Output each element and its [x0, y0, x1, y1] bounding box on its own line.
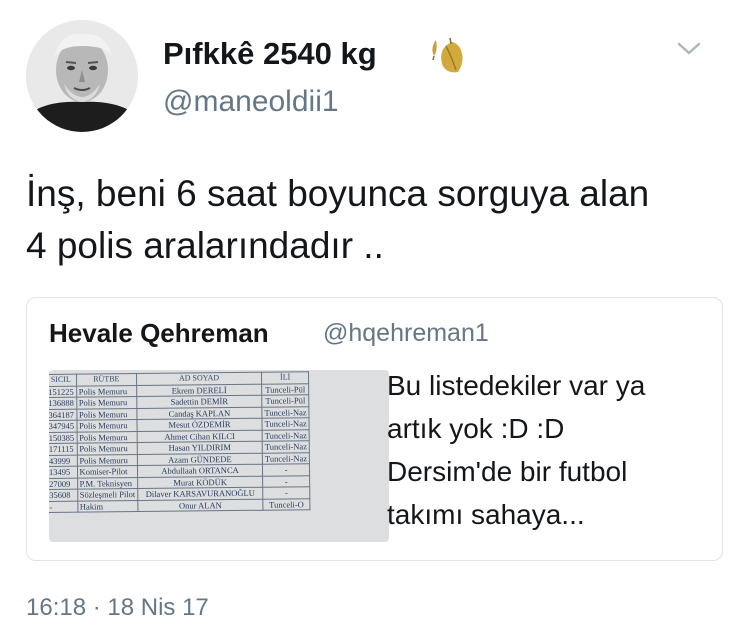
tweet-text-line: 4 polis aralarındadır .. [26, 225, 384, 266]
quoted-tweet-text: Bu listedekiler var ya artık yok :D :D D… [387, 364, 717, 536]
table-cell: 27009 [49, 477, 78, 490]
table-cell: Hakim [77, 500, 138, 513]
quoted-text-line: Dersim'de bir futbol [387, 456, 628, 487]
avatar[interactable] [26, 20, 138, 132]
table-header: İLİ [261, 371, 309, 384]
tweet-text: İnş, beni 6 saat boyunca sorguya alan 4 … [26, 168, 726, 272]
table-cell: Polis Memuru [76, 385, 137, 398]
table-cell: Tunceli-O [262, 498, 311, 511]
quoted-media-image[interactable]: SICIL RÜTBE AD SOYAD İLİ 151225 Polis Mem… [49, 370, 389, 542]
table-cell: Polis Memuru [76, 442, 138, 455]
chevron-down-icon[interactable] [676, 40, 702, 58]
table-cell: Tunceli-Naz [262, 440, 310, 453]
quoted-author-handle: @hqehreman1 [323, 319, 489, 347]
quoted-tweet-card[interactable]: Hevale Qehreman @hqehreman1 SICIL RÜTBE … [26, 297, 723, 561]
table-cell: Onur ALAN [137, 498, 263, 512]
table-cell: 43999 [49, 454, 77, 467]
table-cell: Dilaver KARSAVURANOĞLU [137, 487, 263, 501]
author-name[interactable]: Pıfkkê 2540 kg [163, 36, 377, 72]
table-cell: 13495 [49, 466, 78, 478]
author-handle[interactable]: @maneoldii1 [163, 85, 339, 119]
table-cell: Sözleşmeli Pilot [77, 488, 138, 501]
table-header: RÜTBE [76, 373, 137, 386]
table-cell: 35608 [49, 489, 78, 501]
tweet-timestamp[interactable]: 16:18 · 18 Nis 17 [26, 594, 209, 622]
table-cell: Polis Memuru [76, 408, 137, 421]
table-cell: - [262, 475, 310, 488]
table-cell: 151225 [49, 385, 77, 398]
table-row: - Hakim Onur ALAN Tunceli-O [49, 498, 311, 513]
table-cell: Polis Memuru [76, 454, 138, 467]
table-cell: - [262, 486, 311, 499]
quoted-text-line: Bu listedekiler var ya [387, 370, 646, 401]
table-cell: P.M. Teknisyen [77, 477, 138, 490]
quoted-text-line: artık yok :D :D [387, 413, 565, 444]
table-cell: Tunceli-Pül [261, 383, 309, 396]
table-cell: 364187 [49, 408, 77, 421]
table-cell: Tunceli-Naz [261, 417, 310, 430]
table-cell: 136888 [49, 397, 77, 409]
quoted-author-name: Hevale Qehreman [49, 318, 269, 348]
table-header: SICIL [49, 374, 77, 386]
avatar-image [26, 20, 138, 132]
table-cell: 171115 [49, 443, 77, 455]
table-cell: Polis Memuru [76, 431, 138, 444]
table-cell: Polis Memuru [76, 396, 137, 409]
personnel-list-table: SICIL RÜTBE AD SOYAD İLİ 151225 Polis Mem… [49, 371, 311, 513]
table-cell: Komiser-Pilot [76, 465, 138, 478]
table-cell: Tunceli-Naz [262, 452, 310, 465]
tweet-text-line: İnş, beni 6 saat boyunca sorguya alan [26, 173, 650, 214]
table-cell: Tunceli-Pül [261, 394, 310, 407]
table-cell: Tunceli-Naz [261, 406, 310, 419]
table-cell: - [262, 463, 310, 476]
table-cell: 150385 [49, 431, 77, 444]
quoted-text-line: takımı sahaya... [387, 499, 585, 530]
table-cell: Tunceli-Naz [262, 429, 310, 442]
table-cell: 347945 [49, 420, 77, 432]
leaves-icon [432, 37, 463, 73]
table-cell: - [49, 500, 78, 513]
table-cell: Polis Memuru [76, 419, 138, 432]
